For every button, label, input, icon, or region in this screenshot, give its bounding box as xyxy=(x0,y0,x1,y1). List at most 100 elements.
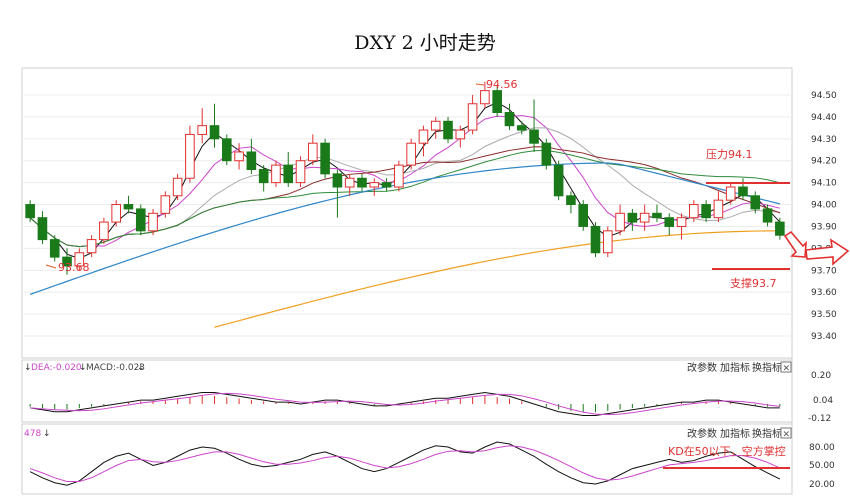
candle-body xyxy=(271,164,281,184)
candle-body xyxy=(713,199,724,219)
candle-body xyxy=(566,195,576,206)
y-tick-label: 93.60 xyxy=(811,288,837,298)
candle-body xyxy=(418,129,429,144)
candle-body xyxy=(578,204,589,227)
candle-body xyxy=(775,221,785,236)
resistance-label: 压力94.1 xyxy=(706,148,753,161)
y-tick-label: 94.40 xyxy=(811,113,837,123)
macd-tick-0: 0.20 xyxy=(811,371,831,381)
candle-body xyxy=(123,204,134,210)
high-label: 94.56 xyxy=(486,78,518,91)
macd-dropdown-icon[interactable]: ↓ xyxy=(137,363,145,373)
candle-body xyxy=(209,125,220,140)
ma-brown-line xyxy=(29,146,781,248)
candle-body xyxy=(480,90,490,105)
kd-tick-2: 20.00 xyxy=(809,480,835,490)
candle-body xyxy=(750,195,761,210)
candle-body xyxy=(344,177,355,188)
candle-body xyxy=(725,186,736,201)
candle-body xyxy=(185,133,195,179)
kd-tick-1: 50.00 xyxy=(809,461,835,471)
kd-close-icon: ✕ xyxy=(783,430,791,440)
candle-body xyxy=(406,142,416,166)
high-marker xyxy=(475,83,485,86)
candle-body xyxy=(25,204,35,219)
macd-switch-indicator-button[interactable]: 换指标 xyxy=(752,361,782,374)
kd-panel-frame xyxy=(21,423,793,495)
low-marker xyxy=(45,264,57,269)
macd-close-icon: ✕ xyxy=(783,364,791,374)
candle-body xyxy=(148,212,158,232)
candle-body xyxy=(381,182,392,188)
candle-body xyxy=(234,151,244,162)
candle-body xyxy=(590,225,601,254)
ma-orange-line xyxy=(214,230,780,328)
candle-body xyxy=(357,177,367,188)
candle-body xyxy=(602,230,613,254)
candle-body xyxy=(308,142,318,162)
candle-body xyxy=(553,164,564,197)
candle-body xyxy=(639,212,650,223)
candle-body xyxy=(135,208,146,232)
y-tick-label: 94.50 xyxy=(811,91,837,101)
y-tick-label: 94.20 xyxy=(811,157,837,167)
y-tick-label: 93.50 xyxy=(811,310,837,320)
kd-left-label: 478 xyxy=(24,429,41,439)
kd-switch-indicator-button[interactable]: 换指标 xyxy=(752,427,782,440)
candle-body xyxy=(689,204,699,219)
candle-body xyxy=(516,125,527,131)
candle-body xyxy=(738,186,748,197)
candle-body xyxy=(111,204,121,223)
support-label: 支撑93.7 xyxy=(730,276,777,290)
kd-add-indicator-button[interactable]: 加指标 xyxy=(720,427,750,440)
candle-body xyxy=(197,125,208,135)
candle-body xyxy=(86,239,97,254)
candle-body xyxy=(295,160,306,184)
candle-body xyxy=(394,164,404,188)
candle-body xyxy=(258,168,269,184)
kd-edit-params-button[interactable]: 改参数 xyxy=(687,427,717,440)
candle-body xyxy=(430,120,441,131)
macd-line xyxy=(30,391,780,417)
y-tick-label: 93.90 xyxy=(811,222,837,232)
main-y-axis: 94.5094.4094.3094.2094.1094.0093.9093.80… xyxy=(811,91,837,342)
macd-tick-2: -0.12 xyxy=(808,414,831,424)
dea-label: DEA:-0.020 xyxy=(31,363,82,373)
candle-body xyxy=(652,212,662,219)
kd-note: KD在50以下，空方掌控 xyxy=(668,444,786,458)
kd-dropdown-icon[interactable]: ↓ xyxy=(43,429,51,439)
candle-body xyxy=(701,204,711,219)
candle-body xyxy=(762,208,773,223)
candle-body xyxy=(627,212,638,223)
candle-body xyxy=(320,142,330,175)
candle-body xyxy=(369,182,380,188)
y-tick-label: 93.40 xyxy=(811,332,837,342)
candle-body xyxy=(332,173,343,188)
macd-add-indicator-button[interactable]: 加指标 xyxy=(720,361,750,374)
kd-tick-0: 80.00 xyxy=(809,443,835,453)
ma-green-line xyxy=(29,149,780,248)
candle-body xyxy=(492,90,502,114)
candles xyxy=(25,81,785,275)
candle-body xyxy=(49,239,60,258)
low-label: 93.68 xyxy=(58,261,90,274)
y-tick-label: 94.30 xyxy=(811,135,837,145)
candle-body xyxy=(504,112,515,127)
candle-body xyxy=(455,129,466,140)
candle-body xyxy=(246,151,257,170)
candle-body xyxy=(37,217,48,241)
candle-body xyxy=(676,217,687,227)
candle-body xyxy=(443,120,453,140)
candle-body xyxy=(160,195,171,214)
candle-body xyxy=(541,142,552,166)
candle-body xyxy=(99,221,109,241)
candle-body xyxy=(664,217,675,227)
macd-tick-1: 0.04 xyxy=(813,396,833,406)
candle-body xyxy=(615,212,625,232)
candle-body xyxy=(172,177,183,197)
candle-body xyxy=(529,129,539,144)
macd-edit-params-button[interactable]: 改参数 xyxy=(687,361,717,374)
candle-body xyxy=(221,138,232,162)
y-tick-label: 93.70 xyxy=(811,266,837,276)
candle-body xyxy=(467,103,478,131)
